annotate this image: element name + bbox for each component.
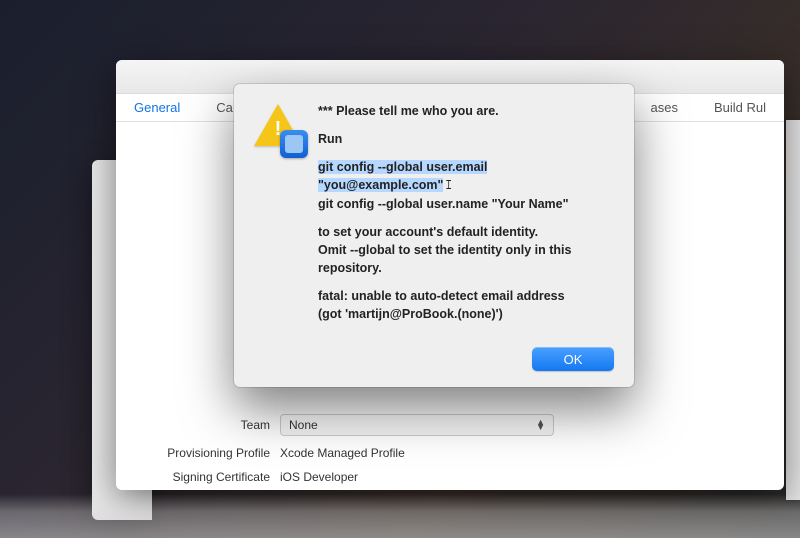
dialog-cmd1-line1: git config --global user.email [318, 160, 487, 174]
dialog-cmd2: git config --global user.name "Your Name… [318, 197, 569, 211]
team-select-value: None [289, 418, 318, 432]
xcode-badge-icon [280, 130, 308, 158]
background-window-right [786, 120, 800, 500]
text-cursor-icon: ꕯ [445, 176, 451, 194]
dialog-cmd1-line2: "you@example.com" [318, 178, 443, 192]
warning-icon: ! [252, 102, 304, 154]
dialog-message: *** Please tell me who you are. Run git … [318, 102, 614, 333]
provisioning-profile-value: Xcode Managed Profile [280, 446, 760, 460]
git-identity-dialog: ! *** Please tell me who you are. Run gi… [234, 84, 634, 387]
chevron-updown-icon: ▲▼ [536, 420, 545, 430]
signing-certificate-value: iOS Developer [280, 470, 760, 484]
tab-general[interactable]: General [134, 100, 180, 115]
tab-capabilities[interactable]: Ca [216, 100, 233, 115]
dialog-explain-1: to set your account's default identity. [318, 225, 538, 239]
team-select[interactable]: None ▲▼ [280, 414, 554, 436]
dialog-explain-2: Omit --global to set the identity only i… [318, 243, 571, 275]
tab-phases[interactable]: ases [651, 100, 678, 115]
dialog-fatal-1: fatal: unable to auto-detect email addre… [318, 289, 565, 303]
provisioning-profile-label: Provisioning Profile [140, 446, 280, 460]
signing-certificate-label: Signing Certificate [140, 470, 280, 484]
dialog-heading: *** Please tell me who you are. [318, 102, 614, 120]
dialog-run-label: Run [318, 130, 614, 148]
team-label: Team [140, 418, 280, 432]
dialog-fatal-2: (got 'martijn@ProBook.(none)') [318, 307, 503, 321]
tab-build-rules[interactable]: Build Rul [714, 100, 766, 115]
ok-button[interactable]: OK [532, 347, 614, 371]
